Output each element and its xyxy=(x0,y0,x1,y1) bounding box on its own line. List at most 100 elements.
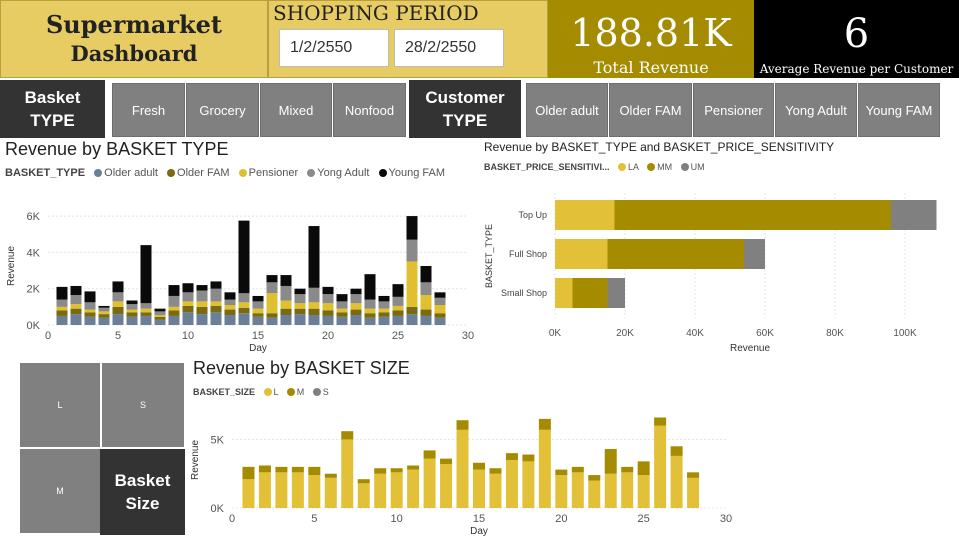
chart1-bar-segment xyxy=(140,315,152,325)
chart3-legend-m: M xyxy=(296,387,305,397)
chart1-bar-segment xyxy=(70,314,82,325)
chart1-bar-segment xyxy=(224,309,236,316)
chart3-bar-segment xyxy=(654,417,667,426)
chart3-bar-segment xyxy=(275,472,288,508)
chart1-bar-segment xyxy=(350,288,362,295)
slicer-customer-pensioner[interactable]: Pensioner xyxy=(693,83,774,137)
legend-dot-mm xyxy=(647,163,656,171)
chart3-bar-segment xyxy=(275,466,288,473)
legend-dot-um xyxy=(680,163,689,171)
chart1-bar-segment xyxy=(196,306,208,315)
chart1-bar-segment xyxy=(168,295,180,307)
chart1-bar-segment xyxy=(378,308,390,313)
chart1-ytick-label: 2K xyxy=(27,284,41,296)
dashboard-title-line2: Dashboard xyxy=(70,41,198,66)
chart1-legend-yong-adult: Yong Adult xyxy=(317,167,370,179)
chart1-bar-segment xyxy=(392,296,404,306)
chart1-bar-segment xyxy=(98,317,110,325)
chart3-bar-segment xyxy=(604,473,617,508)
chart1-bar-segment xyxy=(378,316,390,325)
chart1-bar-segment xyxy=(252,313,264,317)
chart1-bar-segment xyxy=(392,284,404,297)
chart1-bar-segment xyxy=(434,317,446,325)
chart1-bar-segment xyxy=(294,288,306,295)
revenue-by-basket-size-chart[interactable]: 0K 5K 0 5 10 15 20 25 30 Day Revenue xyxy=(186,400,746,538)
chart3-ytick-label: 5K xyxy=(211,434,225,446)
chart1-bar-segment xyxy=(406,216,418,240)
chart1-bar-segment xyxy=(364,317,376,325)
revenue-by-price-sensitivity-chart[interactable]: 0K 20K 40K 60K 80K 100K Top Up Full Shop Small S… xyxy=(480,178,950,358)
legend-dot-pensioner xyxy=(238,169,247,177)
slicer-customer-older-adult[interactable]: Older adult xyxy=(526,83,608,137)
chart3-bar-segment xyxy=(555,475,568,508)
total-revenue-label: Total Revenue xyxy=(593,58,709,77)
chart3-ylabel: Revenue xyxy=(190,440,201,480)
chart3-xtick-label: 30 xyxy=(720,513,732,525)
chart1-bar-segment xyxy=(420,266,432,283)
chart1-bar-segment xyxy=(406,306,418,315)
chart1-bar-segment xyxy=(266,317,278,325)
slicer-customer-yong-adult[interactable]: Yong Adult xyxy=(775,83,857,137)
chart2-legend-um: UM xyxy=(690,162,705,172)
chart1-bar-segment xyxy=(322,286,334,295)
slicer-basket-nonfood[interactable]: Nonfood xyxy=(333,83,406,137)
chart1-bar-segment xyxy=(98,305,110,308)
dashboard-title-line1: Supermarket xyxy=(45,10,223,39)
chart1-bar-segment xyxy=(224,292,236,300)
chart1-bar-segment xyxy=(238,220,250,294)
chart1-bar-segment xyxy=(112,292,124,302)
chart1-bar-segment xyxy=(154,319,166,325)
slicer-basket-fresh[interactable]: Fresh xyxy=(112,83,185,137)
chart1-legend-pensioner: Pensioner xyxy=(248,167,299,179)
chart1-bar-segment xyxy=(280,275,292,286)
chart1-xtick-label: 20 xyxy=(322,330,334,342)
chart2-bar-segment xyxy=(891,200,937,230)
chart1-bar-segment xyxy=(336,301,348,309)
chart1-bar-segment xyxy=(168,315,180,325)
chart2-xtick-label: 100K xyxy=(893,328,917,339)
chart1-bar-segment xyxy=(294,294,306,304)
basket-type-label-line1: Basket xyxy=(24,88,81,107)
chart1-bar-segment xyxy=(420,309,432,316)
chart3-legend-s: S xyxy=(322,387,329,397)
chart1-bar-segment xyxy=(56,310,68,316)
chart1-bar-segment xyxy=(364,313,376,318)
date-end-input[interactable]: 28/2/2550 xyxy=(394,29,504,67)
chart1-bar-segment xyxy=(308,308,320,316)
date-start-input[interactable]: 1/2/2550 xyxy=(279,29,389,67)
revenue-by-basket-type-chart[interactable]: 0K 2K 4K 6K 0 5 10 15 20 25 30 Day Revenue xyxy=(0,195,480,355)
chart1-bar-segment xyxy=(224,305,236,310)
chart3-xtick-label: 15 xyxy=(473,513,485,525)
chart1-bar-segment xyxy=(84,291,96,303)
chart3-bar-segment xyxy=(588,475,601,481)
chart1-bar-segment xyxy=(70,295,82,305)
treemap-cell-s[interactable]: S xyxy=(102,363,184,447)
chart2-bar-segment xyxy=(744,239,765,269)
slicer-customer-older-fam[interactable]: Older FAM xyxy=(609,83,692,137)
chart2-category-label: Full Shop xyxy=(509,249,547,259)
chart1-bar-segment xyxy=(70,304,82,309)
slicer-customer-young-fam[interactable]: Young FAM xyxy=(858,83,940,137)
chart3-bar-segment xyxy=(357,483,370,508)
treemap-cell-m[interactable]: M xyxy=(20,449,100,533)
chart3-bar-segment xyxy=(324,473,337,478)
chart3-bar-segment xyxy=(324,477,337,508)
chart2-bar-segment xyxy=(555,239,608,269)
treemap-cell-l[interactable]: L xyxy=(20,363,100,447)
chart3-bar-segment xyxy=(423,450,436,459)
chart1-bar-segment xyxy=(322,310,334,316)
slicer-basket-grocery[interactable]: Grocery xyxy=(186,83,259,137)
chart1-bar-segment xyxy=(56,286,68,300)
chart3-bar-segment xyxy=(390,468,403,473)
chart3-bar-segment xyxy=(604,449,617,474)
chart3-bar-segment xyxy=(242,479,255,508)
chart3-bar-segment xyxy=(538,429,551,508)
chart1-bar-segment xyxy=(350,309,362,316)
customer-type-slicer-label: Customer TYPE xyxy=(409,80,521,138)
chart1-bar-segment xyxy=(56,299,68,307)
chart3-bar-segment xyxy=(456,420,469,430)
slicer-basket-mixed[interactable]: Mixed xyxy=(260,83,332,137)
chart1-bar-segment xyxy=(350,303,362,310)
legend-dot-yong-adult xyxy=(307,169,316,177)
chart1-bar-segment xyxy=(182,301,194,306)
